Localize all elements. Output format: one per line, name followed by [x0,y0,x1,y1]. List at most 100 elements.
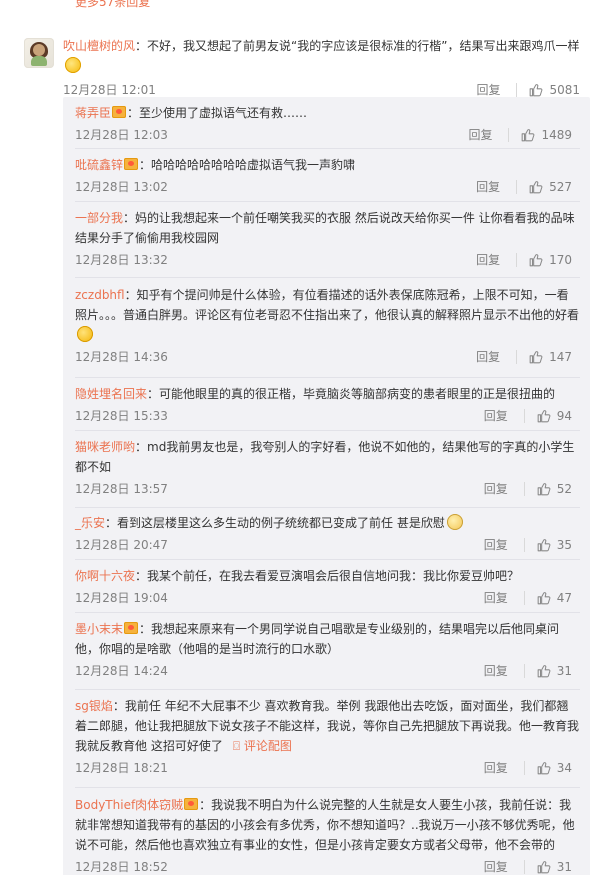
divider [516,83,518,97]
reply-time: 12月28日 13:02 [75,180,168,194]
reply-username[interactable]: sg银焰 [75,699,113,713]
thumbs-up-icon [529,351,543,364]
reply-item: 吡硫鑫锌 ：哈哈哈哈哈哈哈哈虚拟语气我一声豹啸 12月28日 13:02 回复 5… [75,155,580,197]
like-button[interactable]: 94 [537,406,572,426]
like-count: 94 [556,409,572,423]
reply-username[interactable]: _乐安 [75,516,105,530]
comment-text: ：不好，我又想起了前男友说“我的字应该是很标准的行楷”，结果写出来跟鸡爪一样 [135,39,580,53]
surprised-emoji-icon [77,326,93,342]
divider [523,409,525,423]
thumbs-up-icon [537,483,551,496]
like-button[interactable]: 47 [537,588,572,608]
separator [75,430,580,431]
reply-time: 12月28日 13:32 [75,253,168,267]
reply-username[interactable]: zczdbhfl [75,288,125,302]
reply-item: BodyThief肉体窃贼 ：我说我不明白为什么说完整的人生就是女人要生小孩，我前… [75,795,580,875]
reply-text: ：我前任 年纪不大屁事不少 喜欢教育我。举例 我跟他出去吃饭，面对面坐，我们都翘… [75,699,580,753]
reply-username[interactable]: 一部分我 [75,211,123,225]
reply-username[interactable]: 隐姓埋名回来 [75,387,147,401]
divider [523,860,525,874]
comment-username[interactable]: 吹山檀树的风 [63,39,135,53]
reply-time: 12月28日 20:47 [75,538,168,552]
comment-image-link[interactable]: 评论配图 [244,739,292,753]
vip-badge-icon [184,798,199,810]
thumbs-up-icon [537,592,551,605]
thumbs-up-icon [537,861,551,874]
avatar[interactable] [24,38,54,68]
reply-button[interactable]: 回复 [476,250,500,270]
separator [75,507,580,508]
reply-username[interactable]: 蒋弄臣 [75,106,111,120]
reply-text: ：我某个前任，在我去看爱豆演唱会后很自信地问我：我比你爱豆帅吧？ [135,569,520,583]
like-button[interactable]: 527 [529,177,572,197]
more-replies-link[interactable]: 更多57条回复 [0,0,598,8]
reply-username[interactable]: 墨小末末 [75,622,123,636]
reply-button[interactable]: 回复 [484,661,508,681]
reply-button[interactable]: 回复 [484,758,508,778]
thumbs-up-icon [537,410,551,423]
divider [523,761,525,775]
like-button[interactable]: 31 [537,857,572,875]
like-button[interactable]: 52 [537,479,572,499]
separator [75,612,580,613]
like-count: 52 [556,482,572,496]
thumbs-up-icon [537,665,551,678]
vip-badge-icon [124,622,139,634]
like-count: 47 [556,591,572,605]
divider [523,664,525,678]
like-count: 34 [556,761,572,775]
separator [75,148,580,149]
reply-username[interactable]: 猫咪老师哟 [75,440,135,454]
like-count: 31 [556,860,572,874]
reply-item: 蒋弄臣 ：至少使用了虚拟语气还有救…… 12月28日 12:03 回复 1489 [75,103,580,145]
reply-time: 12月28日 18:21 [75,761,168,775]
reply-text: ：知乎有个提问帅是什么体验，有位看描述的话外表保底陈冠希，上限不可知，一看照片。… [75,288,580,322]
divider [523,538,525,552]
separator [75,689,580,690]
separator [75,559,580,560]
separator [75,377,580,378]
divider [508,128,510,142]
like-button[interactable]: 35 [537,535,572,555]
reply-username[interactable]: 吡硫鑫锌 [75,158,123,172]
reply-time: 12月28日 15:33 [75,409,168,423]
image-icon[interactable]: ⌼ [233,739,240,753]
reply-text: ：看到这层楼里这么多生动的例子统统都已变成了前任 甚是欣慰 [105,516,445,530]
divider [516,253,518,267]
comments-panel: { "top_more": "更多57条回复", "main": { "user… [0,0,598,875]
reply-button[interactable]: 回复 [484,588,508,608]
like-count: 35 [556,538,572,552]
reply-username[interactable]: 你啊十六夜 [75,569,135,583]
reply-item: 隐姓埋名回来：可能他眼里的真的很正楷，毕竟脑炎等脑部病变的患者眼里的正是很扭曲的… [75,384,580,426]
like-button[interactable]: 1489 [521,125,572,145]
vip-badge-icon [112,106,127,118]
like-count: 147 [549,350,572,364]
reply-time: 12月28日 18:52 [75,860,168,874]
reply-time: 12月28日 19:04 [75,591,168,605]
reply-button[interactable]: 回复 [484,479,508,499]
reply-button[interactable]: 回复 [476,347,500,367]
separator [75,787,580,788]
reply-text: ：md我前男友也是，我夸别人的字好看，他说不如他的，结果他写的字真的小学生都不如 [75,440,575,474]
reply-item: 一部分我：妈的让我想起来一个前任嘲笑我买的衣服 然后说改天给你买一件 让你看看我… [75,208,580,270]
reply-button[interactable]: 回复 [468,125,492,145]
like-button[interactable]: 170 [529,250,572,270]
reply-text: ：我想起来原来有一个男同学说自己唱歌是专业级别的，结果唱完以后他同桌问他，你唱的… [75,622,560,656]
reply-item: 你啊十六夜：我某个前任，在我去看爱豆演唱会后很自信地问我：我比你爱豆帅吧？ 12… [75,566,580,608]
separator [75,201,580,202]
like-count: 1489 [541,128,572,142]
reply-text: ：哈哈哈哈哈哈哈哈虚拟语气我一声豹啸 [139,158,356,172]
like-button[interactable]: 31 [537,661,572,681]
divider [523,482,525,496]
reply-text: ：至少使用了虚拟语气还有救…… [127,106,308,120]
reply-button[interactable]: 回复 [476,177,500,197]
like-count: 527 [549,180,572,194]
reply-button[interactable]: 回复 [484,857,508,875]
separator [75,277,580,278]
thumbs-up-icon [529,254,543,267]
like-button[interactable]: 147 [529,347,572,367]
reply-button[interactable]: 回复 [484,535,508,555]
like-button[interactable]: 34 [537,758,572,778]
reply-button[interactable]: 回复 [484,406,508,426]
reply-username[interactable]: BodyThief肉体窃贼 [75,798,183,812]
